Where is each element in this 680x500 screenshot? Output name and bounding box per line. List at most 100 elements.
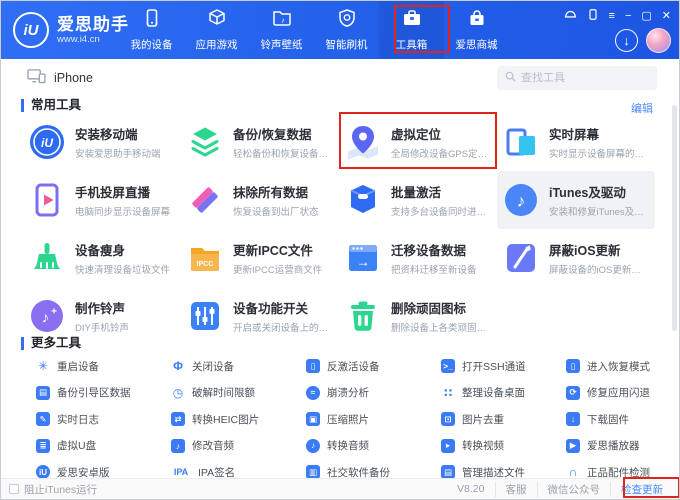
tool-virtual-location[interactable]: 虚拟定位全局修改设备GPS定位信息 <box>339 113 497 171</box>
block-ios-update-icon <box>503 240 539 276</box>
scrollbar-thumb[interactable] <box>672 105 677 331</box>
maximize-icon[interactable]: ▢ <box>641 10 651 22</box>
tool-install-mobile[interactable]: iU 安装移动端安装爱思助手移动端 <box>23 113 181 171</box>
tool-remove-stubborn-icons[interactable]: 删除顽固图标删除设备上各类顽固图标 <box>339 287 497 345</box>
main-nav: 我的设备 应用游戏 ♪ 铃声壁纸 智能刷机 工具箱 爱思商城 <box>119 1 509 59</box>
more-tool-convert-video[interactable]: ▸转换视频 <box>430 433 555 460</box>
tool-migrate-data[interactable]: → 迁移设备数据把资料迁移至新设备 <box>339 229 497 287</box>
audio-circle-icon: ♪ <box>306 439 320 453</box>
svg-text:iU: iU <box>41 136 53 150</box>
close-icon[interactable]: ✕ <box>662 10 671 22</box>
ringtone-folder-icon: ♪ <box>272 8 292 33</box>
more-tools-grid: ✳重启设备 Φ关闭设备 ▯反激活设备 >_打开SSH通道 ▯进入恢复模式 ▤备份… <box>25 353 650 486</box>
more-tool-i4-player[interactable]: ▶爱思播放器 <box>555 433 650 460</box>
more-tool-convert-audio[interactable]: ♪转换音频 <box>295 433 430 460</box>
app-logo: iU 爱思助手 www.i4.cn <box>13 12 129 48</box>
svg-text:♪: ♪ <box>517 192 526 211</box>
connected-device[interactable]: iPhone <box>27 68 93 87</box>
window-controls: ≡ − ▢ ✕ <box>564 8 671 24</box>
wechat-link[interactable]: 微信公众号 <box>537 482 611 497</box>
tool-screen-cast[interactable]: 手机投屏直播电脑同步显示设备屏幕 <box>23 171 181 229</box>
version-label: V8.20 <box>447 483 494 495</box>
top-navigation-bar: iU 爱思助手 www.i4.cn 我的设备 应用游戏 ♪ 铃声壁纸 智能刷机 <box>1 1 680 59</box>
menu-icon[interactable]: ≡ <box>609 10 615 22</box>
svg-text:♪: ♪ <box>281 16 285 25</box>
more-tool-crack-time-limit[interactable]: ◷破解时间限额 <box>160 380 295 407</box>
more-tool-deactivate-device[interactable]: ▯反激活设备 <box>295 353 430 380</box>
more-tool-realtime-log[interactable]: ✎实时日志 <box>25 406 160 433</box>
tool-backup-restore[interactable]: 备份/恢复数据轻松备份和恢复设备的资料 <box>181 113 339 171</box>
realtime-screen-icon <box>503 124 539 160</box>
usb-disk-icon: ≣ <box>36 439 50 453</box>
i4-mobile-icon: iU <box>29 124 65 160</box>
shield-icon <box>337 8 357 33</box>
cube-icon <box>207 8 227 33</box>
more-tool-restart-device[interactable]: ✳重启设备 <box>25 353 160 380</box>
log-pen-icon: ✎ <box>36 412 50 426</box>
tool-erase-data[interactable]: 抹除所有数据恢复设备到出厂状态 <box>181 171 339 229</box>
nav-apps-games[interactable]: 应用游戏 <box>184 1 249 59</box>
status-bar: 阻止iTunes运行 V8.20 客服 微信公众号 检查更新 <box>1 478 680 499</box>
more-tool-photo-dedupe[interactable]: ⊡图片去重 <box>430 406 555 433</box>
minimize-icon[interactable]: − <box>625 10 631 22</box>
more-tool-download-firmware[interactable]: ↓下载固件 <box>555 406 650 433</box>
nav-ringtones-wallpapers[interactable]: ♪ 铃声壁纸 <box>249 1 314 59</box>
user-area: ↓ <box>615 28 671 53</box>
tool-search <box>497 66 657 90</box>
more-tool-virtual-usb[interactable]: ≣虚拟U盘 <box>25 433 160 460</box>
more-tool-shutdown-device[interactable]: Φ关闭设备 <box>160 353 295 380</box>
nav-i4-store[interactable]: 爱思商城 <box>444 1 509 59</box>
nav-smart-flash[interactable]: 智能刷机 <box>314 1 379 59</box>
tool-feature-switch[interactable]: 设备功能开关开启或关闭设备上的辅助... <box>181 287 339 345</box>
convert-image-icon: ⇄ <box>171 412 185 426</box>
make-ringtone-icon: ♪+ <box>29 298 65 334</box>
boot-backup-icon: ▤ <box>36 386 50 400</box>
i4-logo-icon: iU <box>13 12 49 48</box>
more-tool-arrange-desktop[interactable]: ∷整理设备桌面 <box>430 380 555 407</box>
shop-bag-icon <box>467 8 487 33</box>
virtual-location-icon <box>345 124 381 160</box>
device-bar: iPhone <box>1 59 680 97</box>
checkbox-icon <box>9 484 19 494</box>
recovery-phone-icon: ▯ <box>566 359 580 373</box>
nav-my-devices[interactable]: 我的设备 <box>119 1 184 59</box>
customer-service-link[interactable]: 客服 <box>495 482 537 497</box>
section-title-more-tools: 更多工具 <box>21 337 81 350</box>
user-avatar[interactable] <box>646 28 671 53</box>
more-tool-crash-analysis[interactable]: ≈崩溃分析 <box>295 380 430 407</box>
status-bar-right: V8.20 客服 微信公众号 检查更新 <box>447 482 673 497</box>
video-icon: ▸ <box>441 439 455 453</box>
more-tool-compress-photo[interactable]: ▣压缩照片 <box>295 406 430 433</box>
power-icon: Φ <box>171 359 185 373</box>
check-update-link[interactable]: 检查更新 <box>610 482 673 497</box>
ipcc-folder-icon: IPCC <box>187 240 223 276</box>
photo-dedupe-icon: ⊡ <box>441 412 455 426</box>
tool-realtime-screen[interactable]: 实时屏幕实时显示设备屏幕的画面 <box>497 113 655 171</box>
search-input[interactable] <box>521 72 641 84</box>
tool-batch-activate[interactable]: 批量激活支持多台设备同时进行激活 <box>339 171 497 229</box>
tool-block-ios-update[interactable]: 屏蔽iOS更新屏蔽设备的iOS更新提示 <box>497 229 655 287</box>
more-tool-fix-app-crash[interactable]: ⟳修复应用闪退 <box>555 380 650 407</box>
mini-mode-icon[interactable] <box>587 8 599 24</box>
screen-cast-icon <box>29 182 65 218</box>
restart-icon: ✳ <box>36 359 50 373</box>
grid-dots-icon: ∷ <box>441 386 455 400</box>
theme-hat-icon[interactable] <box>564 8 577 24</box>
wave-chart-icon: ≈ <box>306 386 320 400</box>
block-itunes-checkbox[interactable]: 阻止iTunes运行 <box>9 482 97 497</box>
more-tool-enter-recovery[interactable]: ▯进入恢复模式 <box>555 353 650 380</box>
tool-update-ipcc[interactable]: IPCC 更新IPCC文件更新IPCC运营商文件 <box>181 229 339 287</box>
tool-device-slim[interactable]: 设备瘦身快速清理设备垃圾文件 <box>23 229 181 287</box>
feature-switch-icon <box>187 298 223 334</box>
phone-icon <box>142 8 162 33</box>
more-tool-edit-audio[interactable]: ♪修改音频 <box>160 433 295 460</box>
batch-activate-icon <box>345 182 381 218</box>
more-tool-convert-heic[interactable]: ⇄转换HEIC图片 <box>160 406 295 433</box>
tool-itunes-driver[interactable]: ♪ iTunes及驱动安装和修复iTunes及驱动 <box>497 171 655 229</box>
download-manager-button[interactable]: ↓ <box>615 29 638 52</box>
more-tool-open-ssh[interactable]: >_打开SSH通道 <box>430 353 555 380</box>
erase-data-icon <box>187 182 223 218</box>
nav-toolbox[interactable]: 工具箱 <box>379 1 444 59</box>
more-tool-backup-boot-data[interactable]: ▤备份引导区数据 <box>25 380 160 407</box>
audio-doc-icon: ♪ <box>171 439 185 453</box>
